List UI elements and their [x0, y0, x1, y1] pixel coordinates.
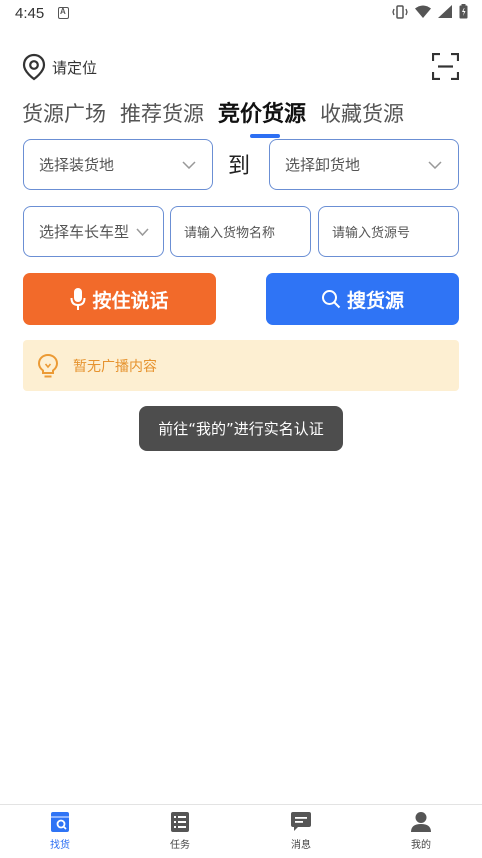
source-number-input[interactable]: 请输入货源号 — [318, 206, 459, 257]
source-number-placeholder: 请输入货源号 — [332, 226, 411, 241]
lightbulb-icon — [37, 353, 59, 377]
nav-tasks[interactable]: 任务 — [150, 811, 210, 851]
goods-name-placeholder: 请输入货物名称 — [184, 226, 276, 241]
bottom-nav: 找货 任务 消息 我的 — [0, 804, 482, 858]
tab-favorites[interactable]: 收藏货源 — [320, 98, 404, 128]
vehicle-type-label: 选择车长车型 — [39, 223, 130, 241]
vehicle-type-select[interactable]: 选择车长车型 — [23, 206, 164, 257]
message-icon — [291, 812, 311, 831]
broadcast-bar: 暂无广播内容 — [23, 340, 459, 391]
vibrate-icon — [392, 4, 408, 19]
nav-find-goods[interactable]: 找货 — [30, 811, 90, 851]
tab-bidding-label: 竞价货源 — [218, 102, 307, 127]
find-goods-icon — [51, 812, 69, 832]
chevron-down-icon — [136, 227, 149, 236]
nav-find-goods-label: 找货 — [50, 840, 70, 851]
toast-text: 前往“我的”进行实名认证 — [158, 420, 324, 438]
microphone-icon — [70, 288, 86, 310]
location-pin-icon — [22, 53, 46, 81]
active-tab-indicator — [250, 134, 280, 138]
status-time: 4:45 — [15, 5, 45, 22]
to-label: 到 — [228, 154, 251, 179]
status-icons — [392, 4, 468, 19]
task-list-icon — [171, 812, 189, 832]
chevron-down-icon — [182, 160, 196, 169]
status-bar: 4:45 A — [0, 0, 482, 28]
wifi-icon — [415, 5, 431, 18]
tab-bidding[interactable]: 竞价货源 — [218, 96, 307, 138]
unload-place-label: 选择卸货地 — [285, 156, 361, 174]
location-label: 请定位 — [52, 58, 98, 77]
location-selector[interactable]: 请定位 — [22, 52, 97, 82]
chevron-down-icon — [428, 160, 442, 169]
hold-to-talk-label: 按住说话 — [92, 289, 169, 312]
search-goods-button[interactable]: 搜货源 — [266, 273, 459, 325]
broadcast-text: 暂无广播内容 — [73, 358, 157, 375]
battery-icon — [459, 4, 468, 19]
goods-name-input[interactable]: 请输入货物名称 — [170, 206, 311, 257]
nav-mine-label: 我的 — [411, 840, 431, 851]
search-icon — [321, 290, 341, 309]
source-tabs: 货源广场 推荐货源 竞价货源 收藏货源 — [22, 96, 418, 138]
hold-to-talk-button[interactable]: 按住说话 — [23, 273, 216, 325]
tab-goods-square[interactable]: 货源广场 — [22, 98, 106, 128]
nav-tasks-label: 任务 — [170, 840, 190, 851]
signal-icon — [438, 5, 452, 18]
nav-messages-label: 消息 — [291, 840, 311, 851]
scan-icon[interactable] — [432, 53, 459, 80]
notification-a-icon: A — [58, 7, 69, 19]
search-goods-label: 搜货源 — [346, 289, 404, 312]
load-place-label: 选择装货地 — [39, 156, 115, 174]
tab-recommended[interactable]: 推荐货源 — [120, 98, 204, 128]
nav-messages[interactable]: 消息 — [271, 811, 331, 851]
nav-mine[interactable]: 我的 — [391, 811, 451, 851]
unload-place-select[interactable]: 选择卸货地 — [269, 139, 459, 190]
profile-icon — [411, 812, 431, 832]
toast-message: 前往“我的”进行实名认证 — [139, 406, 343, 451]
load-place-select[interactable]: 选择装货地 — [23, 139, 213, 190]
